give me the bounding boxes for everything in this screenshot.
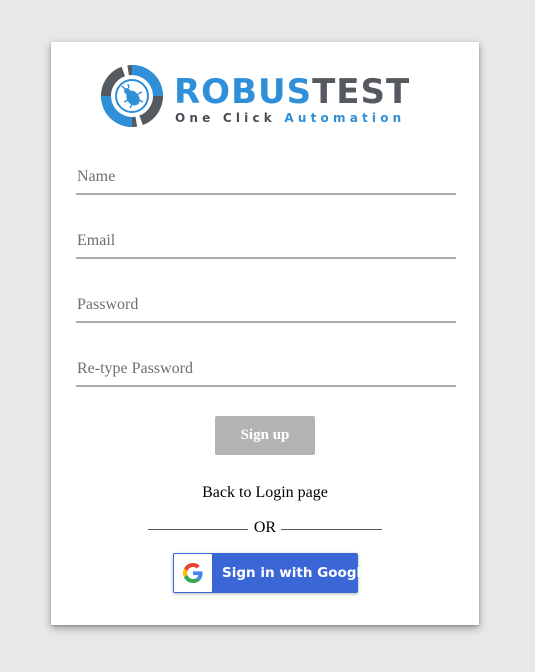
- back-to-login-link[interactable]: Back to Login page: [51, 484, 479, 502]
- password-field: [76, 291, 457, 323]
- google-signin-button[interactable]: Sign in with Google: [173, 553, 370, 593]
- bug-gear-icon: [101, 65, 163, 127]
- robustest-logo: ROBUSTEST One Click Automation: [100, 64, 426, 128]
- name-field: [76, 163, 457, 195]
- retype-password-field: [76, 355, 457, 387]
- retype-password-input[interactable]: [76, 355, 457, 383]
- signup-button[interactable]: Sign up: [215, 416, 315, 455]
- logo-tagline-part2: Automation: [284, 111, 406, 125]
- google-g-icon: [183, 563, 203, 583]
- google-signin-label: Sign in with Google: [222, 565, 371, 581]
- logo-word-robus: ROBUS: [174, 72, 313, 112]
- logo-word-test: TEST: [312, 72, 411, 112]
- email-input[interactable]: [76, 227, 457, 255]
- email-field: [76, 227, 457, 259]
- google-icon-container: [174, 554, 212, 592]
- signup-card: ROBUSTEST One Click Automation Sign up B…: [51, 42, 479, 625]
- or-divider-right: [281, 529, 382, 530]
- password-input[interactable]: [76, 291, 457, 319]
- logo-tagline: One Click Automation: [175, 111, 405, 125]
- name-input[interactable]: [76, 163, 457, 191]
- or-separator-text: OR: [253, 519, 277, 536]
- logo-wordmark: ROBUSTEST: [174, 72, 410, 112]
- logo-tagline-part1: One Click: [175, 111, 285, 125]
